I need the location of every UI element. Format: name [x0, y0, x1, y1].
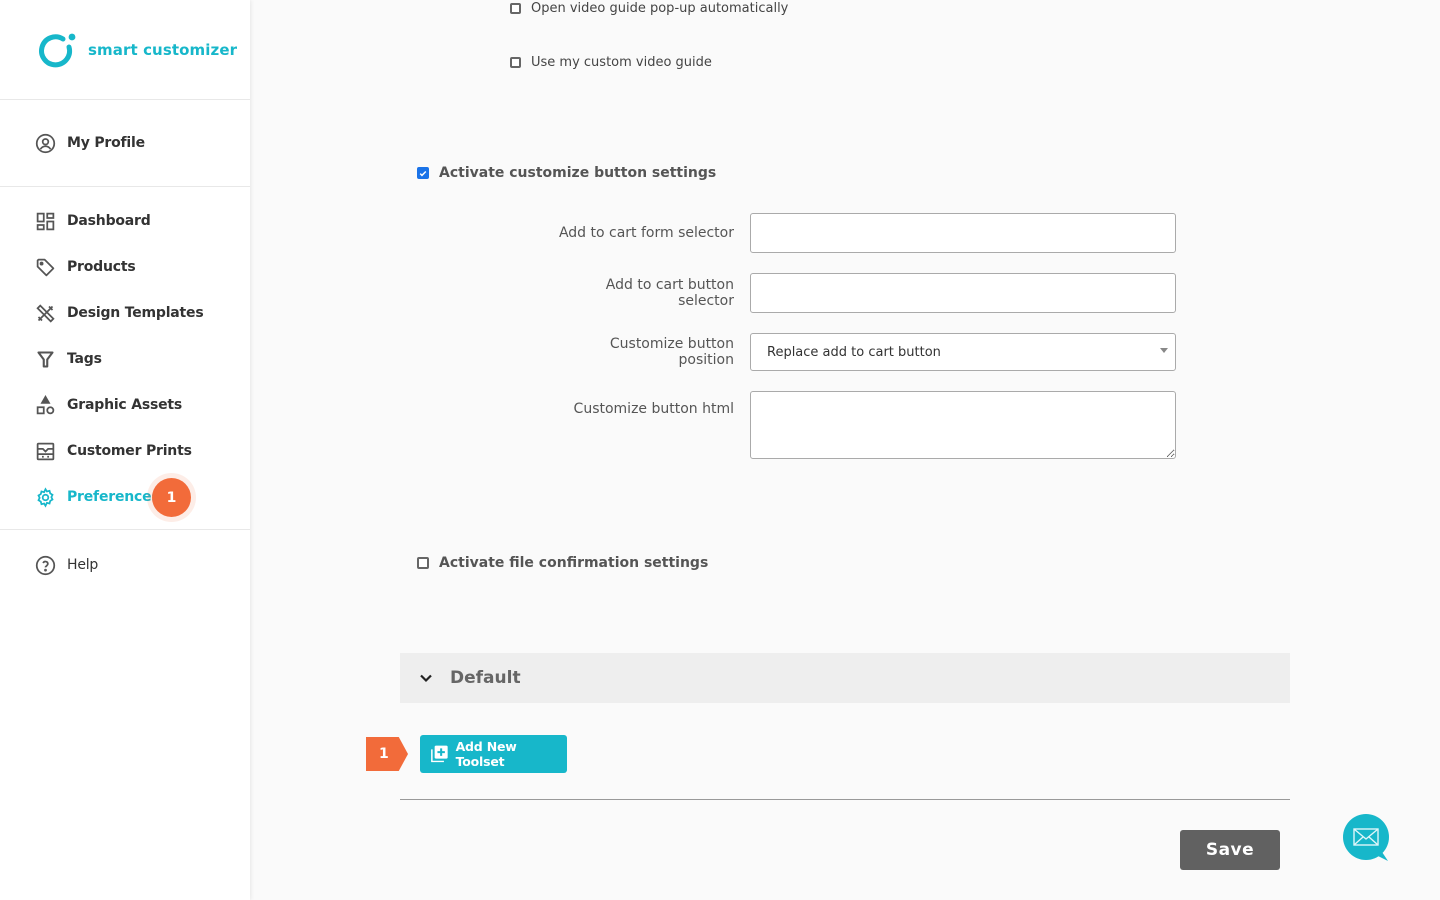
activate-file-confirmation-checkbox[interactable] — [417, 557, 429, 569]
custom-video-guide-checkbox[interactable] — [510, 57, 521, 68]
activate-customize-button-label: Activate customize button settings — [439, 165, 717, 181]
step-badge: 1 — [366, 737, 408, 771]
open-video-popup-option[interactable]: Open video guide pop-up automatically — [510, 1, 788, 16]
chat-support-button[interactable] — [1342, 813, 1390, 861]
sidebar-item-graphic-assets[interactable]: Graphic Assets — [0, 382, 250, 428]
sidebar-item-label: Products — [67, 259, 136, 275]
prints-icon — [34, 440, 56, 462]
sidebar-item-label: Graphic Assets — [67, 397, 183, 413]
sidebar-item-label: Tags — [67, 351, 102, 367]
activate-customize-button-option[interactable]: Activate customize button settings — [417, 165, 716, 181]
sidebar-item-design-templates[interactable]: Design Templates — [0, 290, 250, 336]
filter-icon — [34, 348, 56, 370]
dashboard-icon — [34, 210, 56, 232]
sidebar-item-label: Design Templates — [67, 305, 204, 321]
activate-file-confirmation-option[interactable]: Activate file confirmation settings — [417, 555, 708, 571]
button-html-textarea[interactable] — [750, 391, 1176, 459]
sidebar-item-customer-prints[interactable]: Customer Prints — [0, 428, 250, 474]
caret-down-icon — [1160, 348, 1168, 353]
sidebar-item-my-profile[interactable]: My Profile — [0, 120, 250, 166]
toolset-accordion-title: Default — [450, 668, 521, 688]
section-divider — [400, 799, 1290, 800]
button-html-row: Customize button html — [550, 391, 1176, 459]
form-selector-input[interactable] — [750, 213, 1176, 253]
mail-chat-icon — [1343, 814, 1389, 861]
profile-section: My Profile — [0, 100, 250, 187]
button-selector-input[interactable] — [750, 273, 1176, 313]
step-badge: 1 — [152, 478, 191, 517]
open-video-popup-label: Open video guide pop-up automatically — [531, 1, 789, 16]
gear-icon — [34, 486, 56, 508]
activate-file-confirmation-label: Activate file confirmation settings — [439, 555, 709, 571]
help-circle-icon — [34, 554, 56, 576]
logo[interactable]: smart customizer — [0, 0, 250, 100]
form-selector-row: Add to cart form selector — [550, 213, 1176, 253]
sidebar-item-label: Dashboard — [67, 213, 151, 229]
logo-icon — [39, 33, 76, 67]
checkmark-icon — [419, 170, 427, 176]
custom-video-guide-label: Use my custom video guide — [531, 55, 712, 70]
save-button[interactable]: Save — [1180, 830, 1280, 870]
button-selector-label: Add to cart button selector — [605, 277, 734, 309]
main-nav: Dashboard Products Design Templates Tags… — [0, 187, 250, 530]
sidebar-item-label: Help — [67, 557, 99, 573]
button-position-row: Customize button position Replace add to… — [550, 333, 1176, 371]
button-selector-row: Add to cart button selector — [550, 273, 1176, 313]
sidebar: smart customizer My Profile Dashboard Pr… — [0, 0, 250, 900]
sidebar-item-label: Preferences — [67, 489, 160, 505]
shapes-icon — [34, 394, 56, 416]
button-position-value: Replace add to cart button — [767, 344, 941, 360]
help-section: Help — [0, 530, 250, 588]
design-tools-icon — [34, 302, 56, 324]
preferences-content: Open video guide pop-up automatically Us… — [250, 0, 1440, 900]
open-video-popup-checkbox[interactable] — [510, 3, 521, 14]
add-layer-icon — [431, 745, 448, 763]
sidebar-item-help[interactable]: Help — [0, 542, 250, 588]
add-new-toolset-label: Add New Toolset — [455, 739, 517, 769]
button-position-select[interactable]: Replace add to cart button — [750, 333, 1176, 371]
sidebar-item-label: My Profile — [67, 135, 145, 151]
activate-customize-button-checkbox[interactable] — [417, 167, 429, 179]
tag-icon — [34, 256, 56, 278]
sidebar-item-label: Customer Prints — [67, 443, 192, 459]
custom-video-guide-option[interactable]: Use my custom video guide — [510, 55, 712, 70]
user-circle-icon — [34, 132, 56, 154]
chevron-down-icon — [420, 674, 432, 683]
button-html-label: Customize button html — [573, 401, 734, 417]
sidebar-item-dashboard[interactable]: Dashboard — [0, 198, 250, 244]
sidebar-item-products[interactable]: Products — [0, 244, 250, 290]
sidebar-item-preferences[interactable]: Preferences 1 — [0, 474, 250, 520]
sidebar-item-tags[interactable]: Tags — [0, 336, 250, 382]
logo-text: smart customizer — [88, 40, 238, 59]
form-selector-label: Add to cart form selector — [558, 225, 734, 241]
add-new-toolset-button[interactable]: Add New Toolset — [420, 735, 567, 773]
button-position-label: Customize button position — [609, 336, 734, 368]
toolset-accordion-header[interactable]: Default — [400, 653, 1290, 703]
